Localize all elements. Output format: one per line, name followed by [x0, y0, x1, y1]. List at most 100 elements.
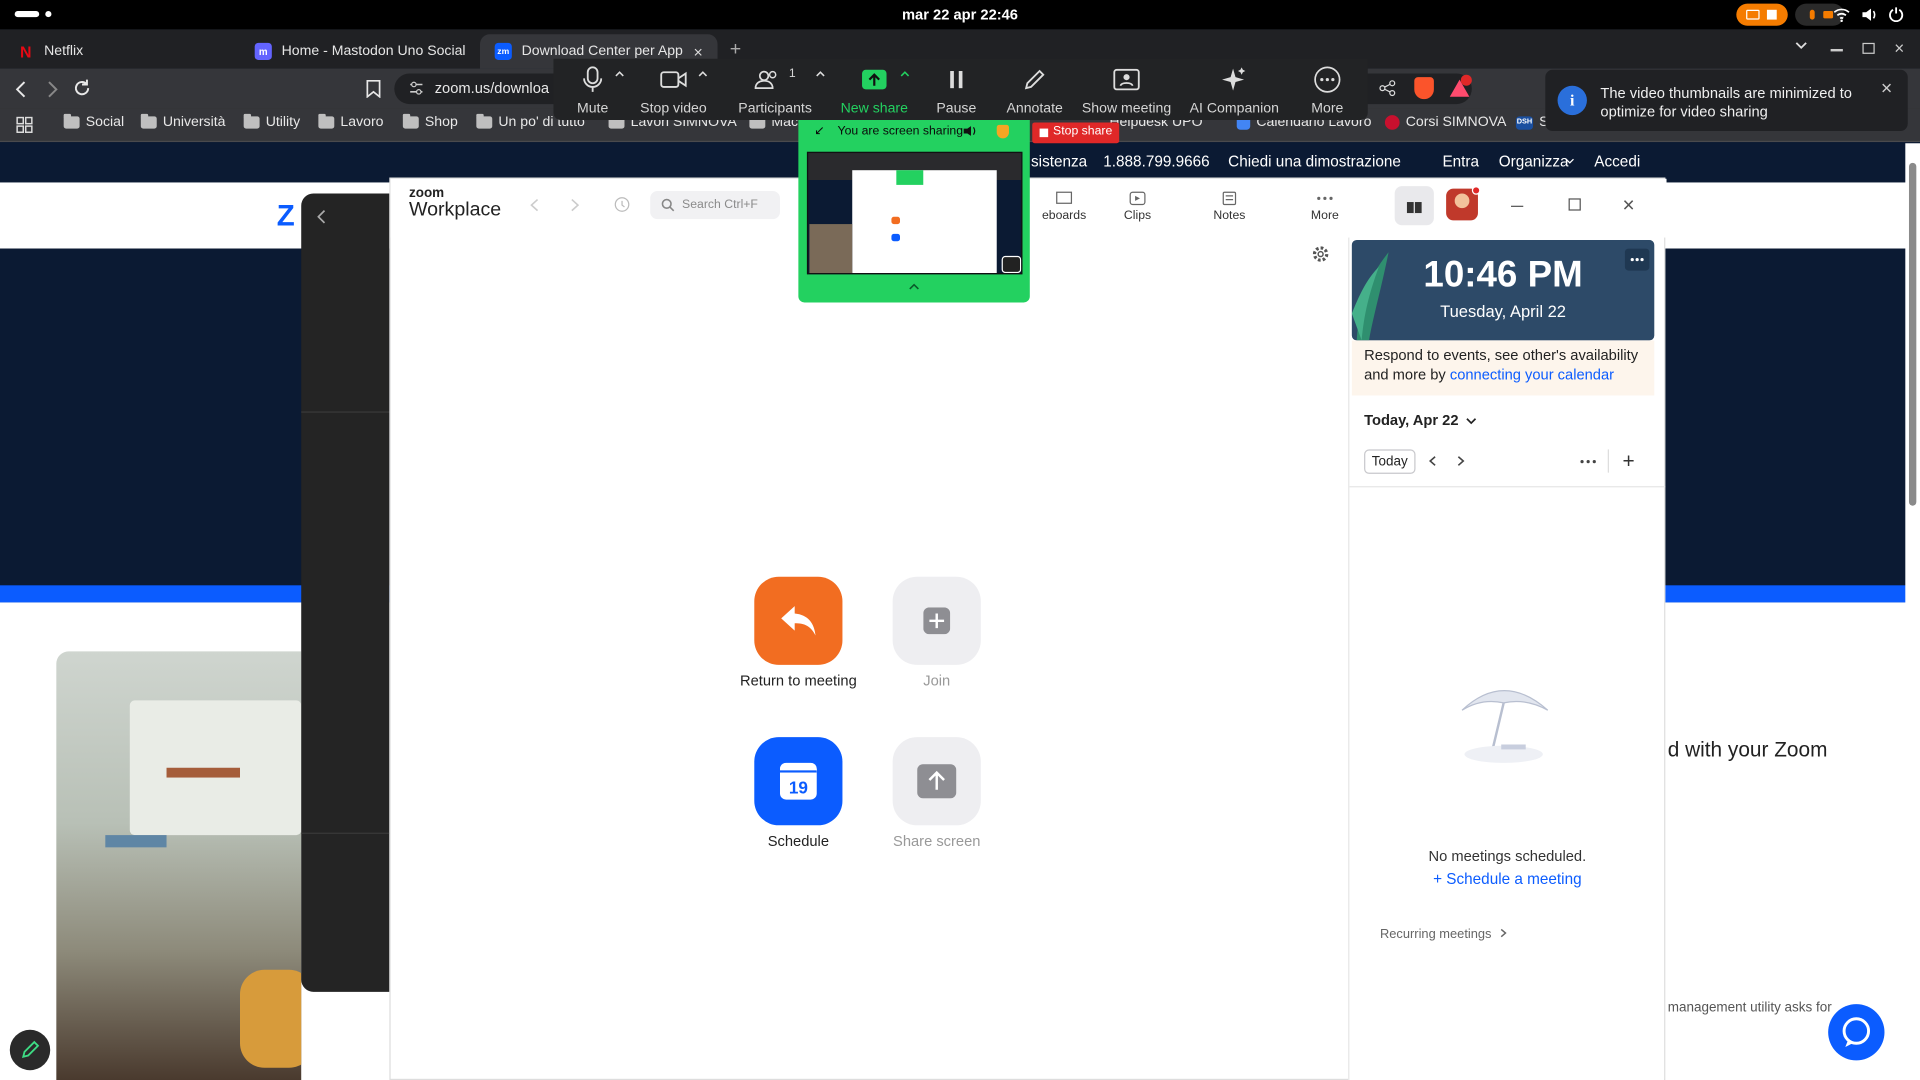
minimize-window-icon[interactable] — [1830, 48, 1843, 51]
user-avatar[interactable] — [1446, 186, 1481, 221]
share-screen-button[interactable]: Share screen — [892, 737, 981, 850]
today-button[interactable]: Today — [1364, 449, 1416, 474]
tab-clips[interactable]: Clips — [1107, 191, 1168, 223]
volume-icon[interactable] — [1861, 7, 1877, 22]
more-controls-button[interactable]: More — [1281, 64, 1374, 117]
share-screen-label: Share screen — [893, 832, 981, 850]
zoom-search-box[interactable]: Search Ctrl+F — [650, 191, 781, 220]
bookmark-folder[interactable]: Università — [140, 113, 225, 130]
mute-button[interactable]: Mute — [546, 64, 639, 116]
settings-gear-icon[interactable] — [1311, 245, 1329, 263]
zoom-maximize-icon[interactable] — [1568, 198, 1581, 211]
share-screen-arrow-icon — [892, 737, 981, 826]
today-heading-text: Today, Apr 22 — [1364, 411, 1459, 429]
back-icon[interactable] — [15, 81, 27, 98]
zoom-history-icon[interactable] — [613, 196, 630, 213]
return-to-meeting-button[interactable]: Return to meeting — [740, 576, 857, 689]
maximize-window-icon[interactable] — [1862, 42, 1875, 54]
tab-list-chevron-icon[interactable] — [1795, 42, 1807, 51]
zoom-forward-icon[interactable] — [571, 198, 580, 212]
bookmark-item[interactable]: Corsi SIMNOVA — [1384, 115, 1506, 130]
dsh-favicon-icon: DSH — [1515, 115, 1534, 130]
tab-netflix[interactable]: N Netflix — [2, 34, 235, 68]
url-text: zoom.us/downloa — [434, 79, 550, 97]
connect-calendar-link[interactable]: connecting your calendar — [1450, 366, 1614, 383]
notification-close-icon[interactable]: × — [1881, 78, 1892, 100]
screen-share-indicator-icon[interactable] — [1736, 3, 1788, 26]
reload-icon[interactable] — [72, 78, 92, 98]
zoom-minimize-icon[interactable] — [1511, 205, 1524, 208]
zoom-close-icon[interactable]: × — [1622, 193, 1634, 217]
site-logo-fragment[interactable]: Z — [277, 200, 295, 234]
share-thumbnail-preview[interactable] — [806, 151, 1023, 275]
brave-shields-icon[interactable] — [1414, 77, 1434, 100]
apps-grid-icon[interactable] — [16, 116, 33, 133]
calendar-options-icon[interactable] — [1580, 459, 1597, 464]
annotate-label: Annotate — [1006, 101, 1063, 117]
join-button[interactable]: Join — [892, 576, 981, 689]
next-day-icon[interactable] — [1457, 456, 1465, 467]
schedule-button[interactable]: 19 Schedule — [754, 737, 843, 850]
site-nav-support[interactable]: sistenza — [1031, 153, 1087, 170]
close-window-icon[interactable]: × — [1894, 38, 1904, 58]
site-nav-phone[interactable]: 1.888.799.9666 — [1103, 153, 1209, 170]
bookmark-folder[interactable]: Shop — [402, 113, 458, 130]
chat-support-button[interactable] — [1828, 1004, 1885, 1061]
ai-companion-button[interactable]: AI Companion — [1180, 64, 1288, 116]
zoom-back-icon[interactable] — [530, 198, 539, 212]
bookmark-folder[interactable]: Social — [63, 113, 124, 130]
site-nav-login[interactable]: Entra — [1442, 153, 1479, 170]
wifi-icon[interactable] — [1833, 7, 1850, 23]
notes-icon — [1222, 191, 1237, 206]
share-expand-chevron-icon[interactable] — [909, 283, 920, 290]
clock-time: 10:46 PM — [1423, 254, 1583, 296]
annotate-button[interactable]: Annotate — [988, 64, 1081, 117]
page-scrollbar[interactable] — [1905, 143, 1920, 1080]
share-options-chevron-icon[interactable] — [900, 71, 910, 77]
recurring-meetings-link[interactable]: Recurring meetings — [1380, 927, 1507, 942]
return-arrow-icon — [754, 576, 843, 665]
security-shield-icon[interactable] — [996, 124, 1009, 139]
zoom-brand: Workplace — [408, 199, 502, 221]
site-nav-demo[interactable]: Chiedi una dimostrazione — [1228, 153, 1401, 170]
schedule-meeting-link[interactable]: + Schedule a meeting — [1349, 871, 1665, 888]
prev-day-icon[interactable] — [1428, 456, 1436, 467]
site-nav-host[interactable]: Organizza — [1499, 153, 1569, 170]
zoom-gift-icon[interactable] — [1394, 186, 1434, 226]
stop-share-button[interactable]: Stop share — [1032, 122, 1120, 144]
participants-options-chevron-icon[interactable] — [816, 71, 826, 77]
forward-icon[interactable] — [47, 81, 59, 98]
power-icon[interactable] — [1888, 6, 1904, 23]
clock-more-icon[interactable] — [1624, 248, 1650, 271]
annotate-tool-icon[interactable] — [1001, 255, 1022, 274]
tab-whiteboards[interactable]: eboards — [1033, 191, 1094, 223]
show-meeting-button[interactable]: Show meeting — [1073, 64, 1181, 116]
chevron-down-icon — [1466, 418, 1477, 425]
bookmark-page-icon[interactable] — [366, 79, 381, 98]
panel-back-icon[interactable] — [317, 209, 327, 224]
bookmark-folder[interactable]: Lavoro — [318, 113, 383, 130]
site-office-photo — [56, 651, 302, 1080]
site-settings-icon[interactable] — [409, 81, 424, 96]
tab-notes[interactable]: Notes — [1199, 191, 1260, 223]
add-event-icon[interactable]: + — [1622, 451, 1634, 472]
participants-button[interactable]: 1 Participants — [729, 64, 822, 117]
bookmark-folder[interactable]: Utility — [243, 113, 300, 130]
scrollbar-thumb[interactable] — [1908, 162, 1917, 506]
site-nav-signin[interactable]: Accedi — [1594, 153, 1640, 170]
tab-mastodon[interactable]: m Home - Mastodon Uno Social — [240, 34, 473, 68]
mute-options-chevron-icon[interactable] — [615, 71, 625, 77]
speaker-icon[interactable] — [962, 125, 977, 137]
tab-more[interactable]: More — [1294, 191, 1355, 223]
system-datetime[interactable]: mar 22 apr 22:46 — [0, 6, 1920, 23]
brave-rewards-icon[interactable] — [1449, 74, 1472, 98]
today-heading[interactable]: Today, Apr 22 — [1364, 411, 1477, 429]
video-options-chevron-icon[interactable] — [698, 71, 708, 77]
bookmark-item[interactable]: DSH S — [1515, 115, 1549, 130]
host-chevron-icon — [1565, 158, 1575, 164]
edit-pencil-button[interactable] — [9, 1029, 51, 1071]
recurring-text: Recurring meetings — [1380, 926, 1492, 942]
screen-share-indicator[interactable] — [798, 120, 1030, 303]
more-label: More — [1311, 101, 1344, 117]
share-page-icon[interactable] — [1379, 80, 1396, 97]
